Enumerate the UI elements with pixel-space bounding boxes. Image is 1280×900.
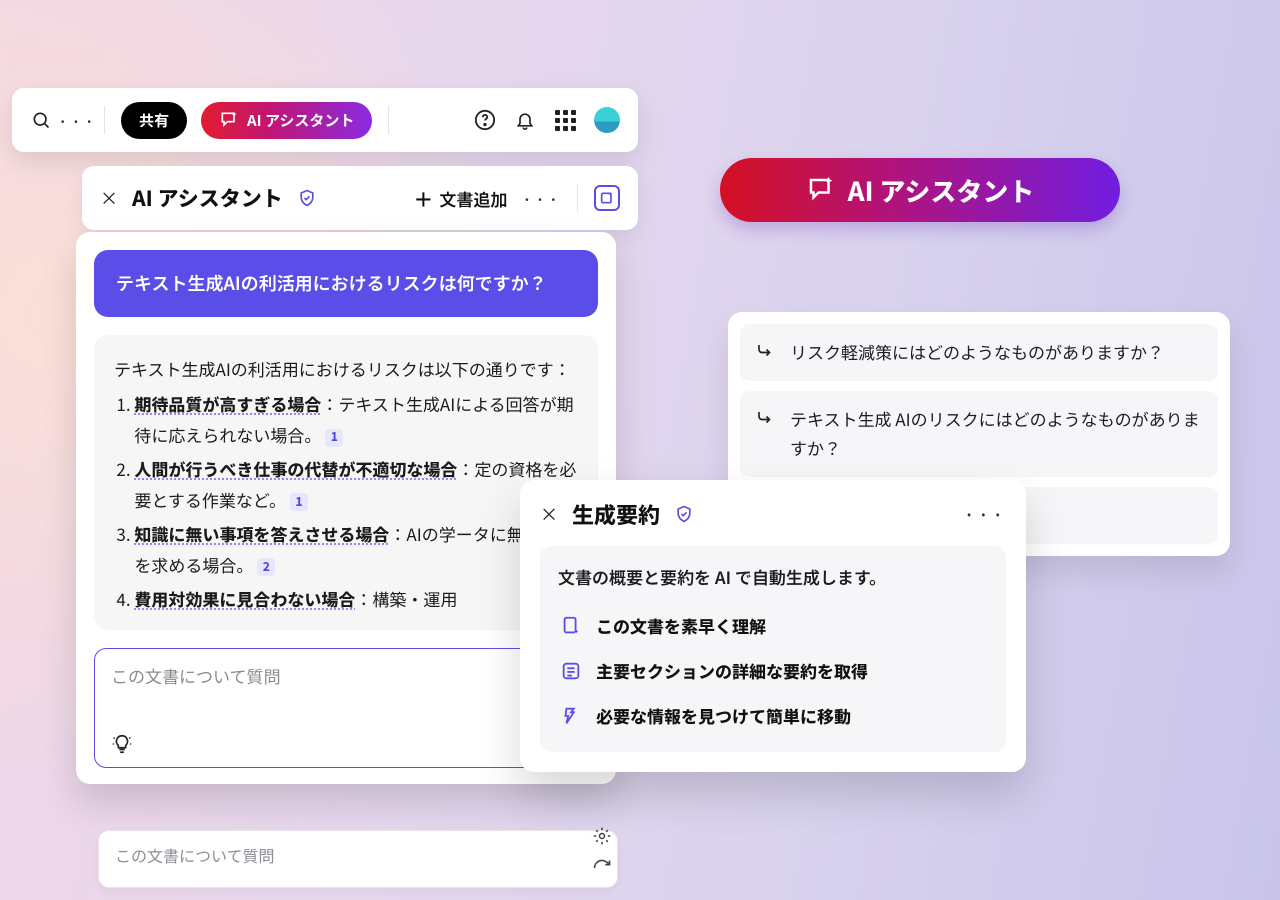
summary-row[interactable]: 主要セクションの詳細な要約を取得 <box>558 648 988 693</box>
summary-popover: × 生成要約 ··· 文書の概要と要約を AI で自動生成します。 この文書を素… <box>520 480 1026 772</box>
avatar[interactable] <box>594 107 620 133</box>
reply-arrow-icon <box>756 409 776 427</box>
summary-row[interactable]: 必要な情報を見つけて簡単に移動 <box>558 693 988 738</box>
suggestion-item[interactable]: テキスト生成 AIのリスクにはどのようなものがありますか？ <box>740 391 1218 477</box>
summary-title: 生成要約 <box>572 498 660 530</box>
add-document-button[interactable]: ＋ 文書追加 <box>413 184 507 213</box>
citation-badge[interactable]: 1 <box>325 429 343 447</box>
assistant-title: AI アシスタント <box>132 183 283 213</box>
more-icon[interactable]: ··· <box>963 498 1006 530</box>
sparkle-icon[interactable] <box>592 826 612 846</box>
navigate-icon <box>560 705 582 727</box>
separator <box>388 106 389 134</box>
add-doc-label: 文書追加 <box>439 186 507 211</box>
citation-badge[interactable]: 1 <box>290 493 308 511</box>
more-icon[interactable]: ··· <box>521 184 561 213</box>
ai-assistant-pill[interactable]: AI アシスタント <box>201 102 372 139</box>
summary-row-label: この文書を素早く理解 <box>596 613 766 638</box>
suggestion-item[interactable]: リスク軽減策にはどのようなものがありますか？ <box>740 324 1218 381</box>
ai-pill-label: AI アシスタント <box>247 110 354 131</box>
side-icons <box>592 826 612 878</box>
list-item: 知識に無い事項を答えさせる場合：AIの学ータに無い情報を求める場合。2 <box>134 518 578 581</box>
summary-body: 文書の概要と要約を AI で自動生成します。 この文書を素早く理解 主要セクショ… <box>540 546 1006 752</box>
list-item: 人間が行うべき仕事の代替が不適切な場合：定の資格を必要とする作業など。1 <box>134 453 578 516</box>
hero-label: AI アシスタント <box>848 172 1035 209</box>
share-button[interactable]: 共有 <box>121 102 187 139</box>
close-icon[interactable]: × <box>100 185 118 211</box>
top-toolbar: ··· 共有 AI アシスタント <box>12 88 638 152</box>
summary-row[interactable]: この文書を素早く理解 <box>558 603 988 648</box>
list-item: 期待品質が高すぎる場合：テキスト生成AIによる回答が期待に応えられない場合。1 <box>134 388 578 451</box>
document-sparkle-icon <box>560 615 582 637</box>
shield-icon <box>674 504 694 524</box>
reply-arrow-icon <box>756 342 776 360</box>
assistant-header: × AI アシスタント ＋ 文書追加 ··· <box>82 166 638 230</box>
summary-lead: 文書の概要と要約を AI で自動生成します。 <box>558 564 988 589</box>
suggestion-text: リスク軽減策にはどのようなものがありますか？ <box>790 338 1164 367</box>
lightbulb-icon[interactable] <box>111 733 581 755</box>
chat-input-secondary[interactable]: この文書について質問 <box>98 830 618 888</box>
list-item: 費用対効果に見合わない場合：構築・運用 <box>134 583 578 614</box>
refresh-icon[interactable] <box>592 858 612 878</box>
share-label: 共有 <box>139 110 169 131</box>
apps-icon[interactable] <box>554 109 576 131</box>
help-icon[interactable] <box>474 109 496 131</box>
ai-risk-list: 期待品質が高すぎる場合：テキスト生成AIによる回答が期待に応えられない場合。1 … <box>114 388 578 614</box>
summary-row-label: 主要セクションの詳細な要約を取得 <box>596 658 868 683</box>
sections-icon <box>560 660 582 682</box>
citation-badge[interactable]: 2 <box>257 558 275 576</box>
separator <box>577 184 578 212</box>
input-placeholder: この文書について質問 <box>111 663 581 688</box>
hero-ai-badge: AI アシスタント <box>720 158 1120 222</box>
bell-icon[interactable] <box>514 109 536 131</box>
close-icon[interactable]: × <box>540 501 558 527</box>
summary-row-label: 必要な情報を見つけて簡単に移動 <box>596 703 851 728</box>
more-icon[interactable]: ··· <box>66 109 88 131</box>
new-chat-icon[interactable] <box>594 185 620 211</box>
user-message: テキスト生成AIの利活用におけるリスクは何ですか？ <box>94 250 598 317</box>
separator <box>104 106 105 134</box>
shield-icon <box>297 188 317 208</box>
ai-intro: テキスト生成AIの利活用におけるリスクは以下の通りです： <box>114 353 578 384</box>
search-icon[interactable] <box>30 109 52 131</box>
suggestion-text: テキスト生成 AIのリスクにはどのようなものがありますか？ <box>790 405 1202 463</box>
